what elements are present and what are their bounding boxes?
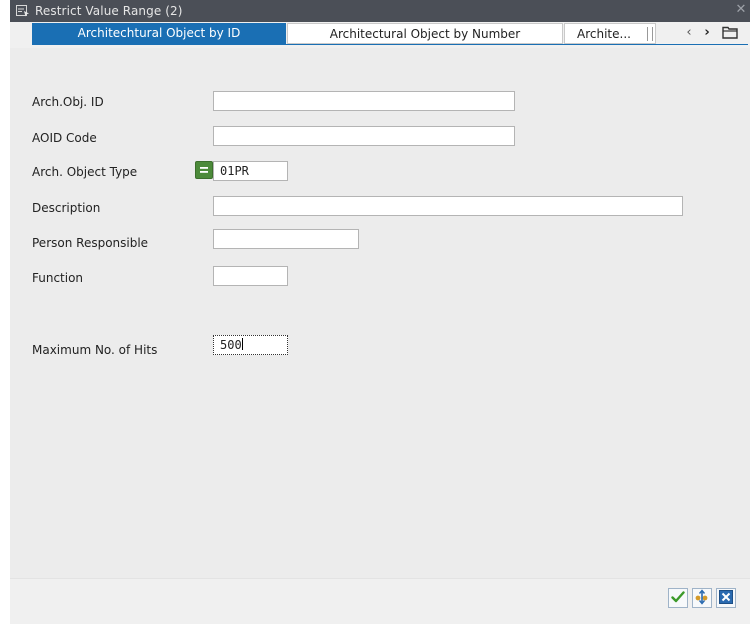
tab-architectural-object-by-number[interactable]: Architectural Object by Number [287, 23, 563, 44]
tab-underline [32, 44, 748, 45]
text-caret [241, 338, 243, 350]
max-hits-value: 500 [220, 338, 242, 352]
multiple-selection-icon [694, 588, 710, 608]
tab-scroll-left-button[interactable]: ‹ [683, 25, 695, 41]
arch-object-type-label: Arch. Object Type [32, 165, 138, 179]
function-label: Function [32, 271, 84, 285]
description-input[interactable] [213, 196, 683, 216]
tab-label: Archite... [577, 27, 631, 41]
dialog-footer [10, 578, 750, 624]
description-label: Description [32, 201, 101, 215]
aoid-code-label: AOID Code [32, 131, 97, 145]
tab-architectural-object-by-id[interactable]: Architechtural Object by ID [32, 23, 286, 44]
check-icon [671, 590, 685, 606]
restrict-value-range-dialog: Restrict Value Range (2) ✕ Architechtura… [10, 0, 750, 624]
multiple-selection-button[interactable] [692, 588, 712, 608]
max-hits-input[interactable]: 500 [213, 335, 288, 355]
equals-icon[interactable] [195, 161, 213, 179]
tab-list-icon [722, 26, 738, 43]
cancel-button[interactable] [716, 588, 736, 608]
tab-scroll-right-button[interactable]: › [701, 25, 713, 41]
function-input[interactable] [213, 266, 288, 286]
close-button[interactable]: ✕ [734, 2, 748, 18]
tab-grip-icon [647, 27, 653, 41]
dialog-title: Restrict Value Range (2) [35, 4, 183, 18]
dialog-titlebar: Restrict Value Range (2) ✕ [10, 0, 750, 22]
person-responsible-input[interactable] [213, 229, 359, 249]
tab-architectural-object-more[interactable]: Archite... [564, 23, 656, 44]
window-icon [16, 5, 30, 17]
aoid-code-input[interactable] [213, 126, 515, 146]
confirm-button[interactable] [668, 588, 688, 608]
arch-obj-id-input[interactable] [213, 91, 515, 111]
max-hits-label: Maximum No. of Hits [32, 343, 158, 357]
arch-object-type-input[interactable]: 01PR [213, 161, 288, 181]
person-responsible-label: Person Responsible [32, 236, 149, 250]
tab-list-button[interactable] [720, 25, 740, 41]
arch-obj-id-label: Arch.Obj. ID [32, 95, 104, 109]
cancel-icon [719, 589, 733, 607]
